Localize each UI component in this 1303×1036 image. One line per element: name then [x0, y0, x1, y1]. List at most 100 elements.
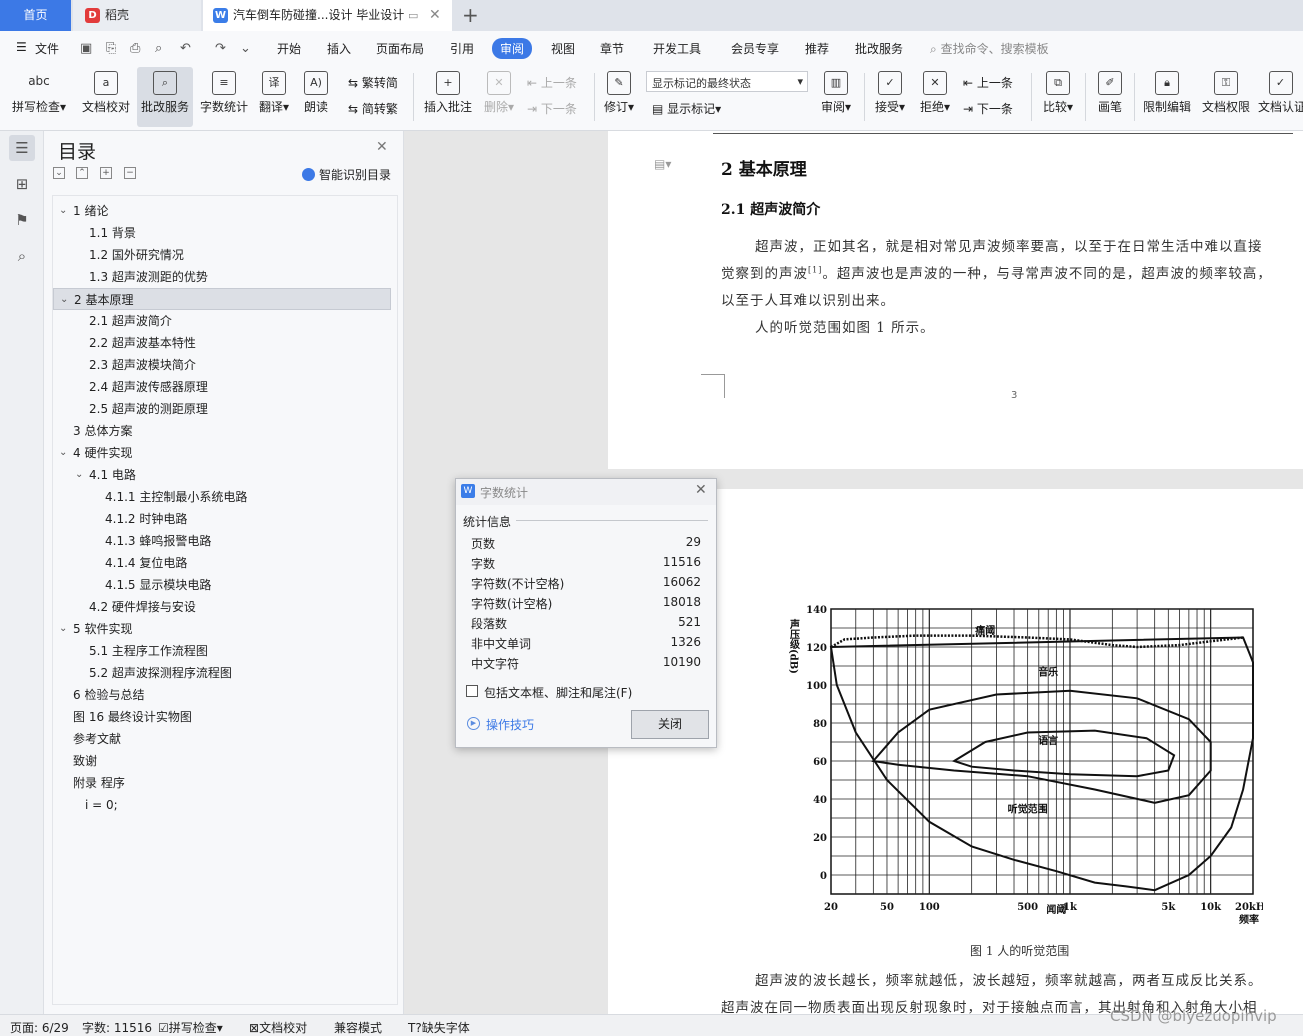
prev-change-button[interactable]: ⇤ 上一条	[963, 74, 1013, 91]
spell-check-toggle[interactable]: ☑拼写检查▾	[158, 1019, 223, 1036]
page-indicator[interactable]: 页面: 6/29	[10, 1019, 69, 1036]
toc-item[interactable]: 6 检验与总结	[53, 684, 391, 706]
toc-item[interactable]: 2.3 超声波模块简介	[53, 354, 391, 376]
toc-item[interactable]: 1.1 背景	[53, 222, 391, 244]
toc-item[interactable]: 参考文献	[53, 728, 391, 750]
smart-toc-button[interactable]: 智能识别目录	[302, 166, 391, 183]
chevron-down-icon[interactable]: ⌄	[59, 618, 67, 640]
word-count-button[interactable]: ≡ 字数统计	[196, 67, 252, 127]
toc-item[interactable]: 5.2 超声波探测程序流程图	[53, 662, 391, 684]
markup-state-select[interactable]: 显示标记的最终状态 ▾	[646, 71, 808, 92]
hamburger-icon[interactable]: ☰	[16, 40, 27, 54]
close-button[interactable]: 关闭	[631, 710, 709, 739]
chevron-down-icon[interactable]: ⌄	[60, 289, 68, 311]
chevron-down-icon[interactable]: ⌄	[59, 200, 67, 222]
toc-item[interactable]: 4.1.1 主控制最小系统电路	[53, 486, 391, 508]
show-markup-button[interactable]: ▤ 显示标记▾	[652, 100, 721, 117]
toc-item[interactable]: 4.2 硬件焊接与安设	[53, 596, 391, 618]
doc-permission-button[interactable]: ⚿ 文档权限	[1199, 67, 1253, 127]
missing-font-status[interactable]: T?缺失字体	[408, 1019, 470, 1036]
spell-check-button[interactable]: abc 拼写检查▾	[8, 67, 70, 127]
doc-cert-button[interactable]: ✓ 文档认证	[1258, 67, 1303, 127]
menu-reference[interactable]: 引用	[450, 40, 474, 57]
compat-mode-status[interactable]: 兼容模式	[334, 1019, 382, 1036]
menu-page-layout[interactable]: 页面布局	[376, 40, 424, 57]
toc-item[interactable]: 附录 程序	[53, 772, 391, 794]
next-comment-button[interactable]: ⇥ 下一条	[527, 100, 577, 117]
accept-button[interactable]: ✓ 接受▾	[870, 67, 910, 127]
print-preview-icon[interactable]: ⌕	[155, 41, 162, 56]
save-icon[interactable]: ▣	[80, 41, 92, 56]
toc-item[interactable]: 1.2 国外研究情况	[53, 244, 391, 266]
toc-item[interactable]: ⌄ 4.1 电路	[53, 464, 391, 486]
toc-item[interactable]: i = 0;	[53, 794, 391, 816]
prev-comment-button[interactable]: ⇤ 上一条	[527, 74, 577, 91]
toc-item[interactable]: 4.1.5 显示模块电路	[53, 574, 391, 596]
redo-icon[interactable]: ↷	[215, 41, 226, 56]
menu-file[interactable]: 文件	[35, 40, 59, 57]
toc-item[interactable]: 2.2 超声波基本特性	[53, 332, 391, 354]
menu-recommend[interactable]: 推荐	[805, 40, 829, 57]
undo-icon[interactable]: ↶	[180, 41, 191, 56]
translate-button[interactable]: 译 翻译▾	[256, 67, 292, 127]
toc-item[interactable]: 4.1.2 时钟电路	[53, 508, 391, 530]
toc-item[interactable]: 1.3 超声波测距的优势	[53, 266, 391, 288]
to-simplified-button[interactable]: ⇆ 简转繁	[348, 100, 398, 117]
citation[interactable]: [1]	[808, 266, 822, 275]
reject-button[interactable]: ✕ 拒绝▾	[915, 67, 955, 127]
customize-icon[interactable]: ⌄	[240, 41, 251, 56]
toc-item[interactable]: 图 16 最终设计实物图	[53, 706, 391, 728]
document-page[interactable]: ▤▾ 2 基本原理 2.1 超声波简介 超声波，正如其名，就是相对常见声波频率要…	[608, 131, 1303, 469]
close-icon[interactable]: ✕	[695, 482, 707, 498]
collapse-all-icon[interactable]: ⌃	[76, 167, 88, 179]
expand-all-icon[interactable]: ⌄	[53, 167, 65, 179]
word-count-indicator[interactable]: 字数: 11516	[82, 1019, 152, 1036]
tab-document[interactable]: W 汽车倒车防碰撞...设计 毕业设计 ▭ ✕	[203, 0, 452, 31]
close-icon[interactable]: ✕	[376, 139, 388, 155]
print-icon[interactable]: ⎙	[130, 41, 140, 56]
tab-home[interactable]: 首页	[0, 0, 71, 31]
chevron-down-icon[interactable]: ⌄	[59, 442, 67, 464]
remove-heading-icon[interactable]: −	[124, 167, 136, 179]
toc-icon[interactable]: ☰	[9, 135, 35, 161]
menu-member[interactable]: 会员专享	[731, 40, 779, 57]
include-footnotes-checkbox[interactable]	[466, 685, 478, 697]
command-search[interactable]: ⌕ 查找命令、搜索模板	[930, 40, 1049, 57]
toc-item[interactable]: 5.1 主程序工作流程图	[53, 640, 391, 662]
menu-start[interactable]: 开始	[277, 40, 301, 57]
read-aloud-button[interactable]: A) 朗读	[298, 67, 334, 127]
menu-chapter[interactable]: 章节	[600, 40, 624, 57]
tab-daoke[interactable]: D 稻壳	[73, 0, 201, 31]
paragraph-handle-icon[interactable]: ▤▾	[654, 157, 671, 171]
play-icon[interactable]: ▶	[467, 717, 480, 730]
delete-comment-button[interactable]: ✕ 删除▾	[480, 67, 518, 127]
toc-item[interactable]: ⌄ 4 硬件实现	[53, 442, 391, 464]
add-heading-icon[interactable]: +	[100, 167, 112, 179]
restrict-edit-button[interactable]: 🔒︎ 限制编辑	[1140, 67, 1194, 127]
toc-item[interactable]: 4.1.4 复位电路	[53, 552, 391, 574]
search-icon[interactable]: ⌕	[9, 243, 35, 269]
revise-button[interactable]: ✎ 修订▾	[600, 67, 638, 127]
insert-comment-button[interactable]: + 插入批注	[420, 67, 476, 127]
tab-monitor-icon[interactable]: ▭	[408, 0, 418, 31]
toc-item[interactable]: 3 总体方案	[53, 420, 391, 442]
chevron-down-icon[interactable]: ⌄	[75, 464, 83, 486]
export-pdf-icon[interactable]: ⎘	[106, 41, 116, 56]
bookmark-icon[interactable]: ⚑	[9, 207, 35, 233]
pen-button[interactable]: ✐ 画笔	[1092, 67, 1128, 127]
menu-insert[interactable]: 插入	[327, 40, 351, 57]
toc-item[interactable]: 2.1 超声波简介	[53, 310, 391, 332]
to-traditional-button[interactable]: ⇆ 繁转简	[348, 74, 398, 91]
compare-button[interactable]: ⧉ 比较▾	[1038, 67, 1078, 127]
menu-review[interactable]: 审阅	[492, 38, 533, 59]
toc-item[interactable]: 致谢	[53, 750, 391, 772]
toc-item[interactable]: 2.4 超声波传感器原理	[53, 376, 391, 398]
tips-link[interactable]: 操作技巧	[486, 716, 534, 733]
toc-item[interactable]: 2.5 超声波的测距原理	[53, 398, 391, 420]
toc-item[interactable]: ⌄ 2 基本原理	[53, 288, 391, 310]
new-tab-icon[interactable]: +	[462, 2, 479, 28]
include-footnotes-label[interactable]: 包括文本框、脚注和尾注(F)	[484, 684, 632, 701]
doc-proof-status[interactable]: ⊠文档校对	[249, 1019, 307, 1036]
menu-view[interactable]: 视图	[551, 40, 575, 57]
dialog-header[interactable]: W 字数统计 ✕	[456, 479, 716, 505]
